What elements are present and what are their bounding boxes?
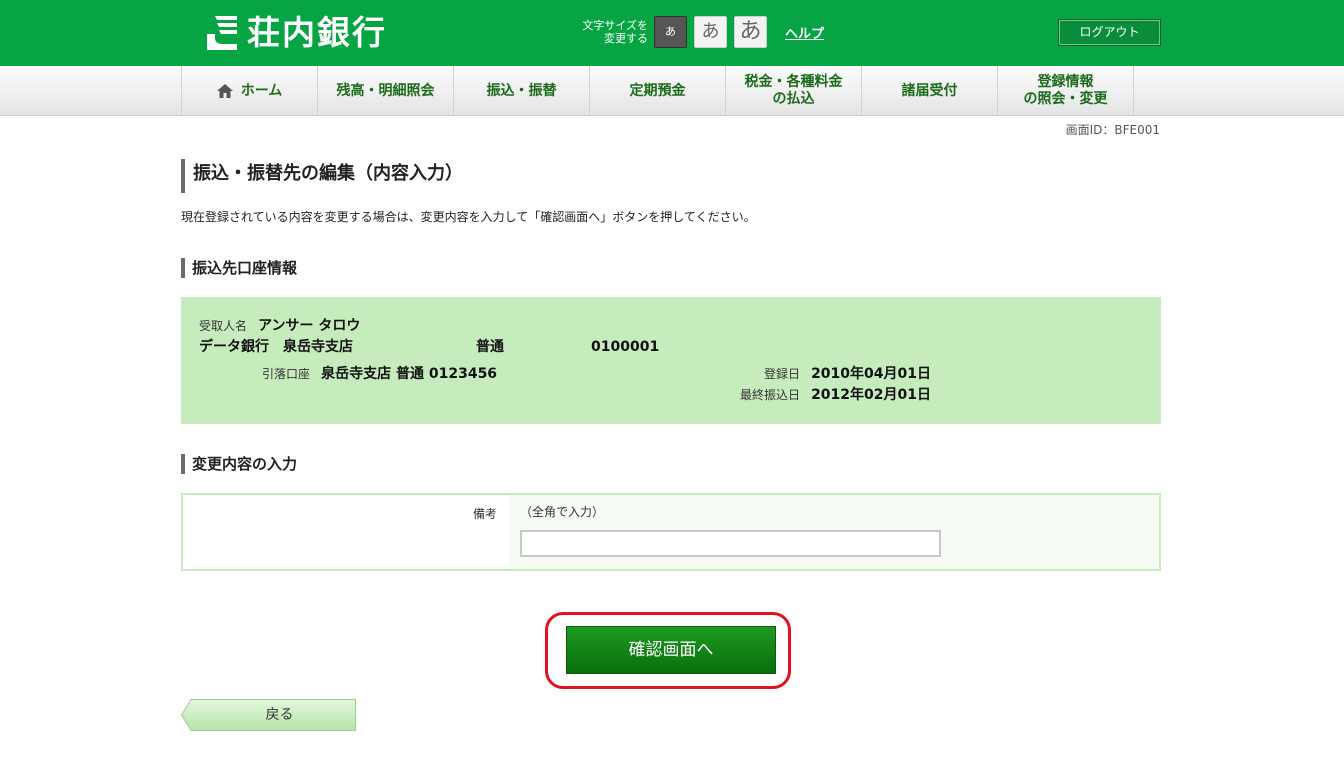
main-nav: ホーム 残高・明細照会 振込・振替 定期預金 税金・各種料金 の払込 諸届受付 … [0, 66, 1344, 116]
nav-registration-line2: の照会・変更 [1023, 91, 1108, 107]
debit-account-label: 引落口座 [262, 367, 311, 381]
account-type: 普通 [476, 339, 504, 355]
registered-date-label: 登録日 [763, 367, 800, 381]
last-transfer-label: 最終振込日 [739, 388, 800, 402]
fontsize-label-line1: 文字サイズを [582, 19, 648, 32]
nav-time-deposit[interactable]: 定期預金 [590, 66, 726, 116]
page-title: 振込・振替先の編集（内容入力） [181, 159, 463, 193]
bank-name: 荘内銀行 [247, 13, 387, 52]
last-transfer-date: 2012年02月01日 [811, 387, 931, 403]
nav-registration[interactable]: 登録情報 の照会・変更 [998, 66, 1134, 116]
account-info-panel: 受取人名 アンサー タロウ データ銀行 泉岳寺支店 普通 0100001 引落口… [181, 297, 1161, 424]
memo-input[interactable] [520, 530, 941, 557]
nav-home[interactable]: ホーム [182, 66, 318, 116]
account-section-title: 振込先口座情報 [181, 258, 297, 278]
back-button[interactable]: 戻る [181, 699, 356, 731]
help-link[interactable]: ヘルプ [785, 23, 824, 42]
nav-registration-line1: 登録情報 [1037, 74, 1094, 90]
nav-tax-payment-line2: の払込 [772, 91, 815, 107]
bank-logo-icon [205, 14, 239, 52]
fontsize-label-line2: 変更する [604, 32, 648, 45]
recipient-label: 受取人名 [199, 319, 248, 333]
fontsize-small-button[interactable]: あ [654, 16, 687, 48]
nav-notifications[interactable]: 諸届受付 [862, 66, 998, 116]
bank-branch: データ銀行 泉岳寺支店 [199, 339, 353, 355]
memo-field-cell: （全角で入力） [509, 495, 1159, 569]
instructions-text: 現在登録されている内容を変更する場合は、変更内容を入力して「確認画面へ」ボタンを… [181, 210, 756, 224]
nav-home-label: ホーム [240, 82, 283, 99]
confirm-button[interactable]: 確認画面へ [566, 626, 776, 674]
back-button-label: 戻る [265, 707, 294, 723]
screen-id: 画面ID：BFE001 [1065, 123, 1160, 137]
nav-balance[interactable]: 残高・明細照会 [318, 66, 454, 116]
debit-account: 泉岳寺支店 普通 0123456 [321, 366, 498, 382]
nav-transfer[interactable]: 振込・振替 [454, 66, 590, 116]
nav-tax-payment[interactable]: 税金・各種料金 の払込 [726, 66, 862, 116]
fontsize-large-button[interactable]: あ [734, 16, 767, 48]
bank-logo[interactable]: 荘内銀行 [205, 13, 387, 53]
home-icon [216, 84, 233, 98]
memo-input-row: 備考 （全角で入力） [181, 493, 1161, 571]
logout-button[interactable]: ログアウト [1058, 19, 1161, 46]
nav-tax-payment-line1: 税金・各種料金 [744, 74, 843, 90]
memo-label: 備考 [472, 507, 497, 521]
header-bar: 荘内銀行 文字サイズを 変更する あ あ あ ヘルプ ログアウト [0, 0, 1344, 66]
registered-date: 2010年04月01日 [811, 366, 931, 382]
account-number: 0100001 [591, 339, 660, 355]
memo-hint: （全角で入力） [520, 505, 605, 519]
recipient-name: アンサー タロウ [258, 318, 361, 334]
input-section-title: 変更内容の入力 [181, 454, 297, 474]
fontsize-label: 文字サイズを 変更する [578, 19, 648, 45]
fontsize-medium-button[interactable]: あ [694, 16, 727, 48]
